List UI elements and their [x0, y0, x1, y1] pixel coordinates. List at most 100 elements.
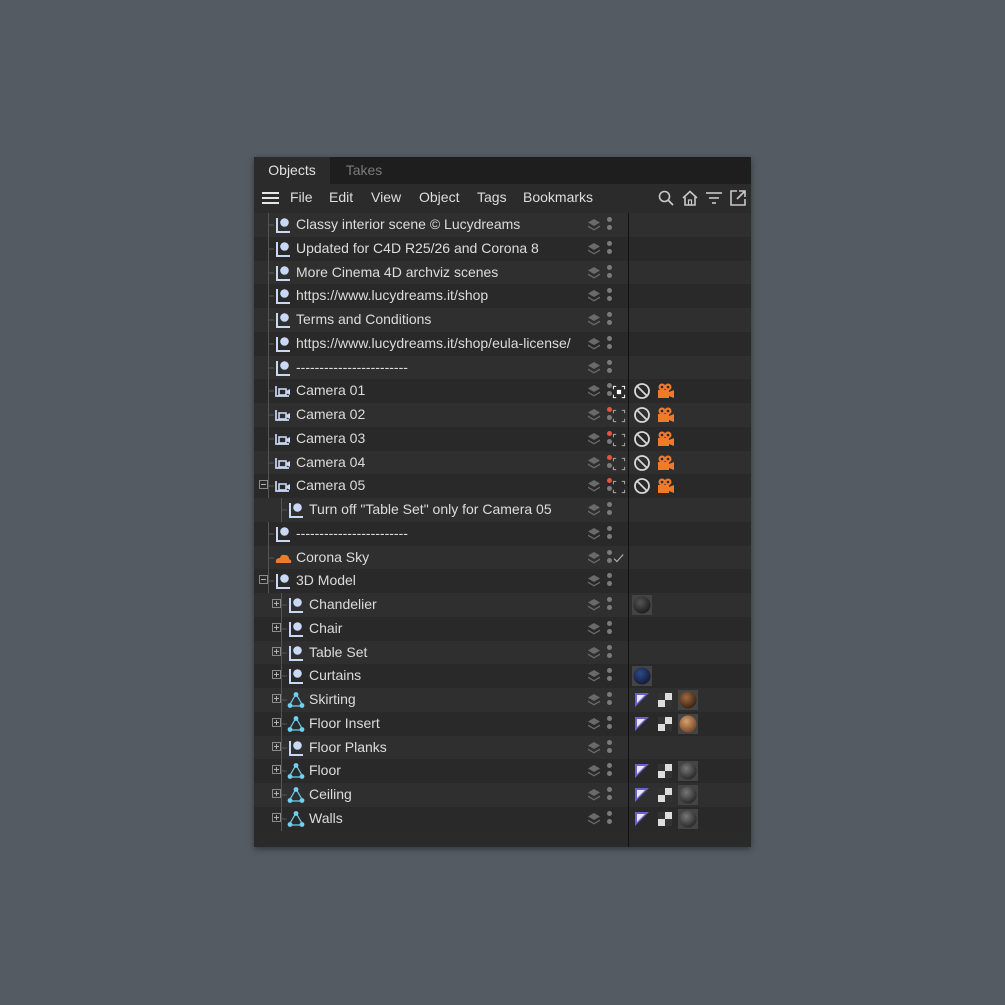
corona-camera-tag-icon[interactable] [656, 381, 676, 401]
object-row[interactable]: Turn off "Table Set" only for Camera 05 [254, 498, 751, 522]
protection-tag-icon[interactable] [632, 476, 652, 496]
phong-tag-icon[interactable] [632, 761, 652, 781]
visibility-dots[interactable] [607, 597, 613, 613]
object-name[interactable]: Floor [309, 759, 341, 783]
protection-tag-icon[interactable] [632, 381, 652, 401]
layer-icon[interactable] [587, 717, 601, 731]
object-name[interactable]: Walls [309, 807, 343, 831]
layer-icon[interactable] [587, 551, 601, 565]
phong-tag-icon[interactable] [632, 809, 652, 829]
layer-icon[interactable] [587, 669, 601, 683]
object-row[interactable]: Floor Planks [254, 735, 751, 760]
protection-tag-icon[interactable] [632, 429, 652, 449]
object-name[interactable]: Chandelier [309, 593, 377, 617]
object-name[interactable]: Terms and Conditions [296, 308, 431, 332]
material-tag-icon[interactable] [632, 595, 652, 615]
expand-toggle[interactable] [272, 765, 281, 775]
uvw-tag-icon[interactable] [655, 761, 675, 781]
object-name[interactable]: Camera 02 [296, 403, 365, 427]
object-row[interactable]: Floor [254, 759, 751, 784]
visibility-dots[interactable] [607, 810, 613, 827]
uvw-tag-icon[interactable] [655, 809, 675, 829]
object-name[interactable]: Table Set [309, 641, 367, 665]
object-row[interactable]: Camera 01 [254, 379, 751, 404]
layer-icon[interactable] [587, 432, 601, 446]
tab-takes[interactable]: Takes [334, 157, 394, 184]
object-name[interactable]: Camera 01 [296, 379, 365, 403]
object-row[interactable]: https://www.lucydreams.it/shop [254, 284, 751, 309]
filter-icon[interactable] [705, 189, 723, 207]
tab-objects[interactable]: Objects [254, 157, 330, 184]
object-name[interactable]: ------------------------ [296, 356, 408, 380]
object-row[interactable]: ------------------------ [254, 521, 751, 546]
object-name[interactable]: Classy interior scene © Lucydreams [296, 213, 520, 237]
object-row[interactable]: Camera 02 [254, 403, 751, 427]
expand-toggle[interactable] [272, 694, 281, 703]
popout-icon[interactable] [729, 189, 747, 207]
material-tag-icon[interactable] [678, 690, 698, 710]
object-name[interactable]: Camera 03 [296, 427, 365, 451]
menu-object[interactable]: Object [419, 184, 459, 212]
object-row[interactable]: Ceiling [254, 783, 751, 807]
object-name[interactable]: Camera 04 [296, 451, 365, 475]
object-row[interactable]: 3D Model [254, 569, 751, 594]
visibility-dots[interactable] [607, 715, 613, 732]
layer-icon[interactable] [587, 266, 601, 280]
expand-toggle[interactable] [272, 646, 281, 656]
layer-icon[interactable] [587, 242, 601, 256]
collapse-toggle[interactable] [259, 575, 268, 585]
home-icon[interactable] [681, 189, 699, 207]
phong-tag-icon[interactable] [632, 714, 652, 734]
corona-camera-tag-icon[interactable] [656, 476, 676, 496]
layer-icon[interactable] [587, 408, 601, 422]
layer-icon[interactable] [587, 598, 601, 612]
layer-icon[interactable] [587, 289, 601, 303]
visibility-dots[interactable] [607, 644, 613, 661]
menu-tags[interactable]: Tags [477, 184, 507, 212]
visibility-dots[interactable] [607, 573, 613, 589]
expand-toggle[interactable] [272, 717, 281, 727]
layer-icon[interactable] [587, 384, 601, 398]
expand-toggle[interactable] [272, 812, 281, 822]
material-tag-icon[interactable] [678, 713, 698, 734]
layer-icon[interactable] [587, 741, 601, 755]
object-name[interactable]: https://www.lucydreams.it/shop/eula-lice… [296, 332, 571, 356]
layer-icon[interactable] [587, 812, 601, 826]
camera-target-icon[interactable] [612, 480, 626, 494]
protection-tag-icon[interactable] [632, 453, 652, 473]
object-row[interactable]: Updated for C4D R25/26 and Corona 8 [254, 236, 751, 261]
expand-toggle[interactable] [272, 670, 281, 680]
menu-edit[interactable]: Edit [329, 184, 353, 212]
object-name[interactable]: ------------------------ [296, 522, 408, 546]
material-tag-icon[interactable] [678, 785, 698, 805]
uvw-tag-icon[interactable] [655, 714, 675, 734]
corona-camera-tag-icon[interactable] [656, 405, 676, 425]
material-tag-icon[interactable] [678, 761, 698, 782]
camera-target-icon[interactable] [612, 433, 626, 447]
uvw-tag-icon[interactable] [655, 690, 675, 710]
corona-camera-tag-icon[interactable] [656, 429, 676, 449]
visibility-dots[interactable] [607, 525, 613, 542]
layer-icon[interactable] [587, 361, 601, 375]
object-row[interactable]: ------------------------ [254, 355, 751, 380]
visibility-dots[interactable] [607, 264, 613, 281]
camera-target-icon[interactable] [612, 385, 626, 399]
object-name[interactable]: Ceiling [309, 783, 352, 807]
layer-icon[interactable] [587, 337, 601, 351]
object-name[interactable]: Corona Sky [296, 546, 369, 570]
layer-icon[interactable] [587, 764, 601, 778]
menu-view[interactable]: View [371, 184, 401, 212]
object-name[interactable]: Curtains [309, 664, 361, 688]
object-name[interactable]: Floor Insert [309, 712, 380, 736]
search-icon[interactable] [657, 189, 675, 207]
expand-toggle[interactable] [272, 599, 281, 608]
visibility-dots[interactable] [607, 787, 613, 803]
expand-toggle[interactable] [272, 622, 281, 632]
object-row[interactable]: Walls [254, 806, 751, 831]
phong-tag-icon[interactable] [632, 785, 652, 805]
visibility-dots[interactable] [607, 763, 613, 779]
object-row[interactable]: Skirting [254, 688, 751, 712]
object-name[interactable]: Camera 05 [296, 474, 365, 498]
corona-camera-tag-icon[interactable] [656, 453, 676, 473]
hamburger-menu-icon[interactable] [262, 192, 279, 204]
